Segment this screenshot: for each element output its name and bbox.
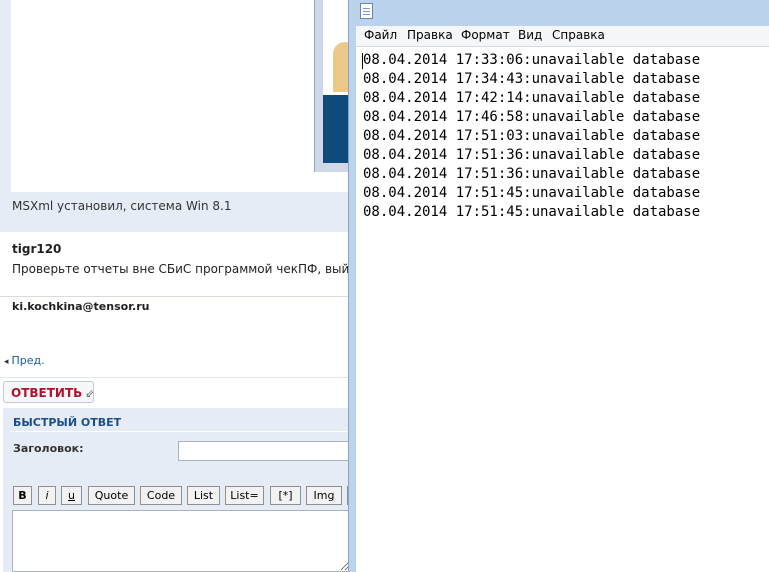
divider [11, 431, 350, 432]
chevron-left-icon: ◂ [4, 357, 9, 367]
post-attachment-area [11, 0, 350, 192]
menu-help[interactable]: Справка [552, 28, 605, 42]
message-textarea[interactable] [12, 510, 350, 572]
menu-edit[interactable]: Правка [407, 28, 453, 42]
list-item-button[interactable]: [*] [270, 486, 301, 505]
prev-page-link[interactable]: ◂ Пред. [4, 354, 45, 367]
reply-author[interactable]: tigr120 [12, 242, 61, 256]
log-line: 08.04.2014 17:34:43:unavailable database [363, 71, 701, 87]
quick-reply-title: БЫСТРЫЙ ОТВЕТ [13, 416, 122, 429]
list-button[interactable]: List [187, 486, 220, 505]
notepad-menubar: Файл Правка Формат Вид Справка [356, 26, 769, 46]
notepad-titlebar[interactable] [349, 0, 769, 24]
forum-page: MSXml установил, система Win 8.1 tigr120… [0, 0, 350, 572]
signature-email: ki.kochkina@tensor.ru [12, 300, 150, 313]
quote-button[interactable]: Quote [88, 486, 135, 505]
reply-text: Проверьте отчеты вне СБиС программой чек… [12, 262, 350, 276]
subject-input[interactable] [178, 441, 350, 461]
log-line: 08.04.2014 17:46:58:unavailable database [363, 109, 701, 125]
ordered-list-button[interactable]: List= [225, 486, 264, 505]
image-button[interactable]: Img [306, 486, 342, 505]
prev-link-label: Пред. [11, 354, 45, 367]
log-line: 08.04.2014 17:51:45:unavailable database [363, 185, 701, 201]
divider [0, 377, 350, 378]
subject-label: Заголовок: [13, 442, 84, 455]
divider [0, 296, 350, 297]
log-line: 08.04.2014 17:51:36:unavailable database [363, 147, 701, 163]
post-caption: MSXml установил, система Win 8.1 [12, 199, 232, 213]
log-line: 08.04.2014 17:42:14:unavailable database [363, 90, 701, 106]
notepad-window[interactable]: Файл Правка Формат Вид Справка 08.04.201… [348, 0, 769, 572]
reply-button[interactable]: ОТВЕТИТЬ ⇙ [3, 381, 95, 403]
notepad-icon[interactable] [360, 3, 373, 19]
screenshot-dark-area [323, 95, 350, 163]
code-button[interactable]: Code [140, 486, 182, 505]
menu-format[interactable]: Формат [461, 28, 510, 42]
log-line: 08.04.2014 17:51:03:unavailable database [363, 128, 701, 144]
notepad-text-area[interactable]: 08.04.2014 17:33:06:unavailable database… [356, 46, 769, 572]
bold-button[interactable]: B [13, 486, 32, 505]
post-container: MSXml установил, система Win 8.1 [0, 0, 350, 232]
menu-view[interactable]: Вид [518, 28, 542, 42]
arrow-icon: ⇙ [85, 387, 95, 400]
log-line: 08.04.2014 17:51:36:unavailable database [363, 166, 701, 182]
underline-button[interactable]: u [61, 486, 82, 505]
menu-file[interactable]: Файл [364, 28, 397, 42]
italic-button[interactable]: i [38, 486, 56, 505]
log-line: 08.04.2014 17:51:45:unavailable database [363, 204, 701, 220]
reply-button-label: ОТВЕТИТЬ [11, 386, 83, 400]
log-line: 08.04.2014 17:33:06:unavailable database [363, 52, 701, 68]
quick-reply-panel: БЫСТРЫЙ ОТВЕТ Заголовок: B i u Quote Cod… [3, 408, 350, 572]
attached-screenshot[interactable] [314, 0, 350, 172]
